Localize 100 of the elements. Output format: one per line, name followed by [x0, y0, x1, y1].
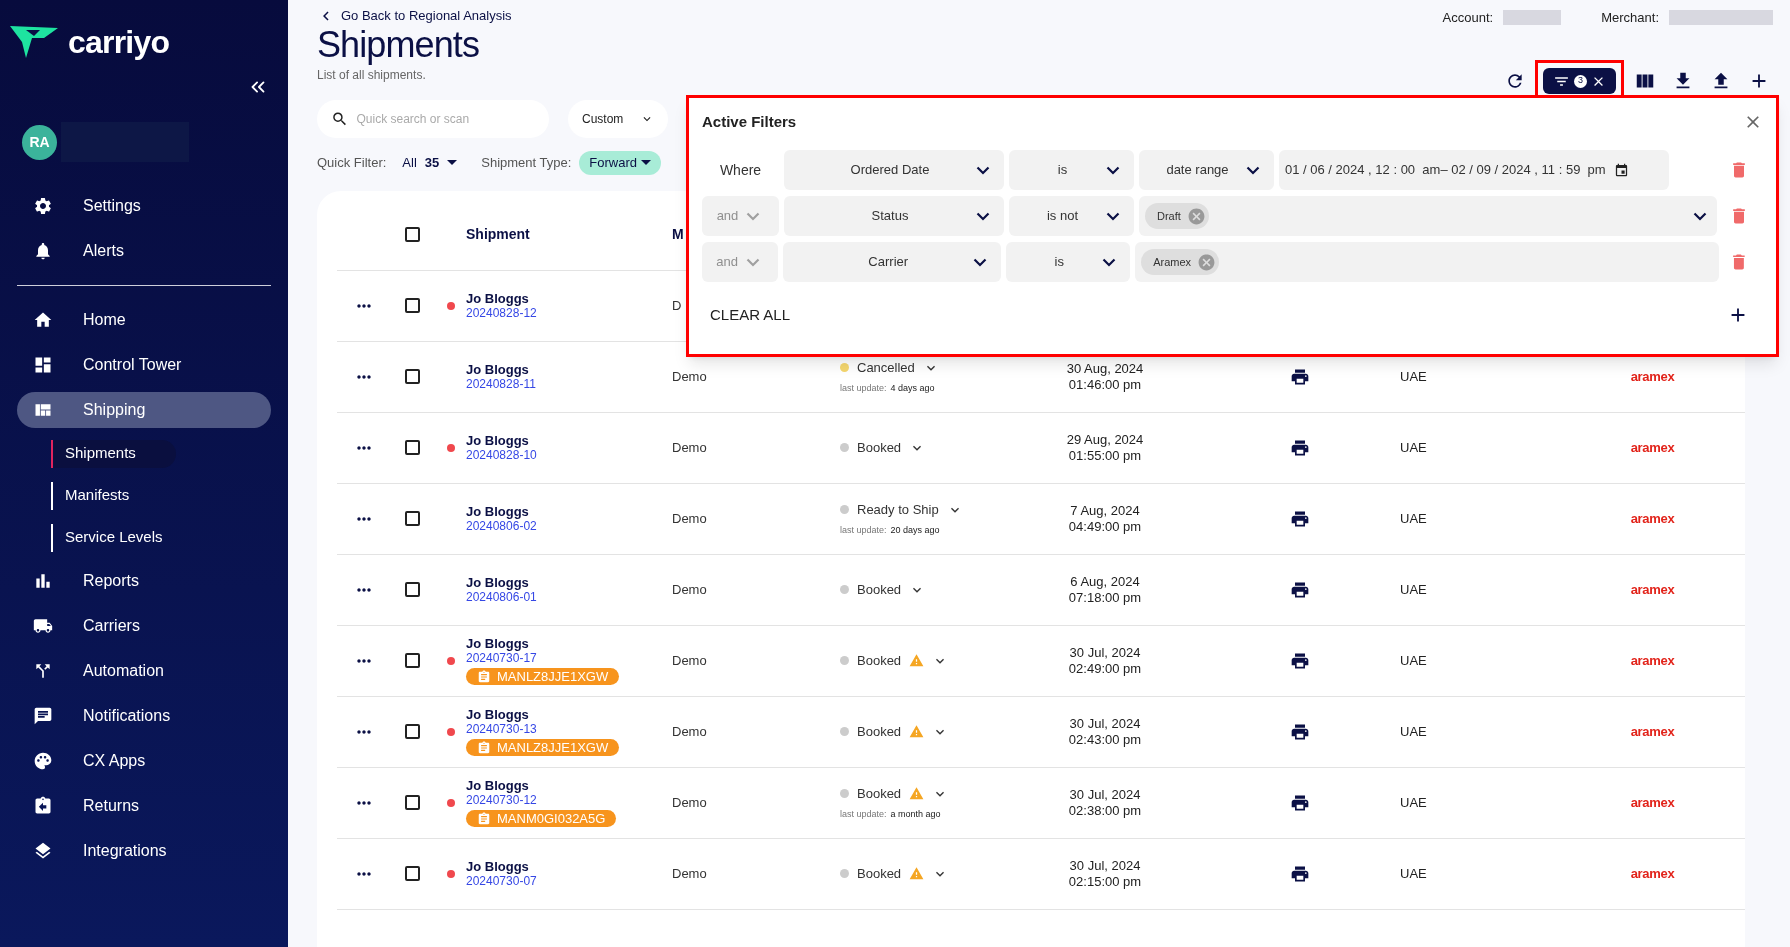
date-range-field[interactable]: 01 / 06 / 2024 , 12 : 00 am– 02 / 09 / 2024 , 11 : 59 pm — [1279, 150, 1669, 190]
calendar-icon[interactable] — [1613, 162, 1629, 178]
shipment-id[interactable]: 20240828-10 — [466, 447, 537, 463]
checkbox[interactable] — [405, 653, 420, 668]
column-header[interactable]: Shipment — [466, 223, 670, 245]
quick-filter-select[interactable]: All 35 — [402, 152, 458, 173]
value-select[interactable]: Aramex — [1135, 242, 1720, 282]
shipment-type-select[interactable]: Forward — [579, 150, 662, 175]
filter-button[interactable]: 3 — [1543, 68, 1616, 94]
quick-filter-label: Quick Filter: — [317, 153, 387, 172]
status-label[interactable]: Booked — [857, 784, 902, 804]
carrier-logo: aramex — [1630, 580, 1675, 599]
range-mode-select[interactable]: date range — [1139, 150, 1274, 190]
field-select[interactable]: Ordered Date — [784, 150, 1004, 190]
nav-item[interactable]: Settings — [17, 188, 271, 224]
sub-nav-item[interactable]: Shipments — [51, 439, 176, 468]
nav-item[interactable]: CX Apps — [17, 743, 271, 779]
chevron-icon — [976, 211, 990, 221]
sub-nav-item[interactable]: Manifests — [51, 481, 170, 510]
search-bar[interactable]: Quick search or scan — [317, 99, 549, 138]
status-label[interactable]: Ready to Ship — [857, 500, 939, 520]
settings-icon — [33, 196, 53, 216]
operator-select[interactable]: is — [1006, 242, 1131, 282]
checkbox[interactable] — [405, 369, 420, 384]
nav-item[interactable]: Integrations — [17, 833, 271, 869]
status-label[interactable]: Booked — [857, 650, 902, 671]
checkbox[interactable] — [405, 866, 420, 881]
clear-all-button[interactable]: CLEAR ALL — [710, 304, 791, 327]
chevron-icon — [1106, 165, 1120, 175]
checkbox[interactable] — [405, 795, 420, 810]
column-header[interactable]: M — [672, 226, 684, 242]
order-date: 30 Jul, 2024 — [1069, 786, 1141, 803]
merchant-name: Demo — [672, 865, 707, 881]
order-date: 30 Aug, 2024 — [1066, 360, 1144, 377]
nav-item[interactable]: Control Tower — [17, 347, 271, 383]
filter-count: 3 — [1574, 74, 1587, 88]
checkbox[interactable] — [405, 511, 420, 526]
checkbox[interactable] — [405, 724, 420, 739]
status-label[interactable]: Cancelled — [857, 358, 915, 378]
chevron-icon — [976, 165, 990, 175]
operator-select[interactable]: is — [1009, 150, 1134, 190]
shipment-id[interactable]: 20240730-13 — [466, 722, 537, 737]
carrier-logo: aramex — [1630, 651, 1675, 670]
status-label[interactable]: Booked — [857, 721, 902, 742]
page-subtitle: List of all shipments. — [317, 66, 427, 84]
refresh-icon[interactable] — [1505, 71, 1525, 91]
country: UAE — [1400, 510, 1427, 526]
status-label[interactable]: Booked — [857, 579, 902, 600]
country: UAE — [1400, 794, 1427, 810]
nav-item[interactable]: Automation — [17, 653, 271, 689]
panel-title: Active Filters — [702, 111, 797, 132]
nav-item[interactable]: Reports — [17, 563, 271, 599]
field-select[interactable]: Carrier — [783, 242, 1002, 282]
nav-item[interactable]: Shipping — [17, 392, 271, 428]
checkbox[interactable] — [405, 298, 420, 313]
clipboard-icon — [33, 796, 53, 816]
order-time: 07:18:00 pm — [1068, 589, 1142, 606]
nav-item[interactable]: Home — [17, 302, 271, 338]
checkbox[interactable] — [405, 440, 420, 455]
chevron-icon — [746, 211, 761, 221]
search-input[interactable]: Quick search or scan — [356, 109, 535, 128]
date-preset-select[interactable]: Custom — [568, 99, 668, 138]
order-time: 02:49:00 pm — [1068, 660, 1142, 677]
shipment-type-label: Shipment Type: — [481, 153, 572, 172]
merchant-name: Demo — [672, 581, 707, 597]
shipment-id[interactable]: 20240828-12 — [466, 305, 537, 321]
merchant-name: Demo — [672, 652, 707, 668]
clipboard-icon — [477, 740, 491, 755]
layers-icon — [33, 841, 53, 861]
nav-item[interactable]: Carriers — [17, 608, 271, 644]
back-link[interactable]: Go Back to Regional Analysis — [317, 6, 512, 26]
status-label[interactable]: Booked — [857, 437, 902, 458]
order-time: 02:38:00 pm — [1068, 802, 1142, 819]
palette-icon — [33, 751, 53, 771]
shipment-id[interactable]: 20240730-12 — [466, 793, 537, 808]
shipment-id[interactable]: 20240806-02 — [466, 518, 537, 534]
shipment-id[interactable]: 20240730-17 — [466, 651, 537, 666]
carrier-logo: aramex — [1630, 793, 1675, 812]
shipment-id[interactable]: 20240806-01 — [466, 589, 537, 605]
sub-nav-item[interactable]: Service Levels — [51, 523, 203, 552]
checkbox[interactable] — [405, 582, 420, 597]
shipment-id[interactable]: 20240730-07 — [466, 873, 537, 889]
field-select[interactable]: Status — [784, 196, 1004, 236]
customer-name: Jo Bloggs — [466, 361, 529, 377]
nav-item[interactable]: Alerts — [17, 233, 271, 269]
nav-item[interactable]: Returns — [17, 788, 271, 824]
merchant-name: Demo — [672, 368, 707, 384]
redacted-bar — [1503, 10, 1562, 26]
last-update-value: 4 days ago — [890, 381, 935, 395]
status-label[interactable]: Booked — [857, 863, 902, 884]
nav-item[interactable]: Notifications — [17, 698, 271, 734]
chevron-icon — [973, 257, 988, 267]
shipment-id[interactable]: 20240828-11 — [466, 376, 536, 392]
country: UAE — [1400, 368, 1427, 384]
last-update-value: 20 days ago — [890, 523, 940, 537]
operator-select[interactable]: is not — [1009, 196, 1134, 236]
country: UAE — [1400, 723, 1427, 739]
value-select[interactable]: Draft — [1139, 196, 1717, 236]
checkbox[interactable] — [405, 226, 420, 242]
last-update-label: last update: — [840, 381, 887, 395]
